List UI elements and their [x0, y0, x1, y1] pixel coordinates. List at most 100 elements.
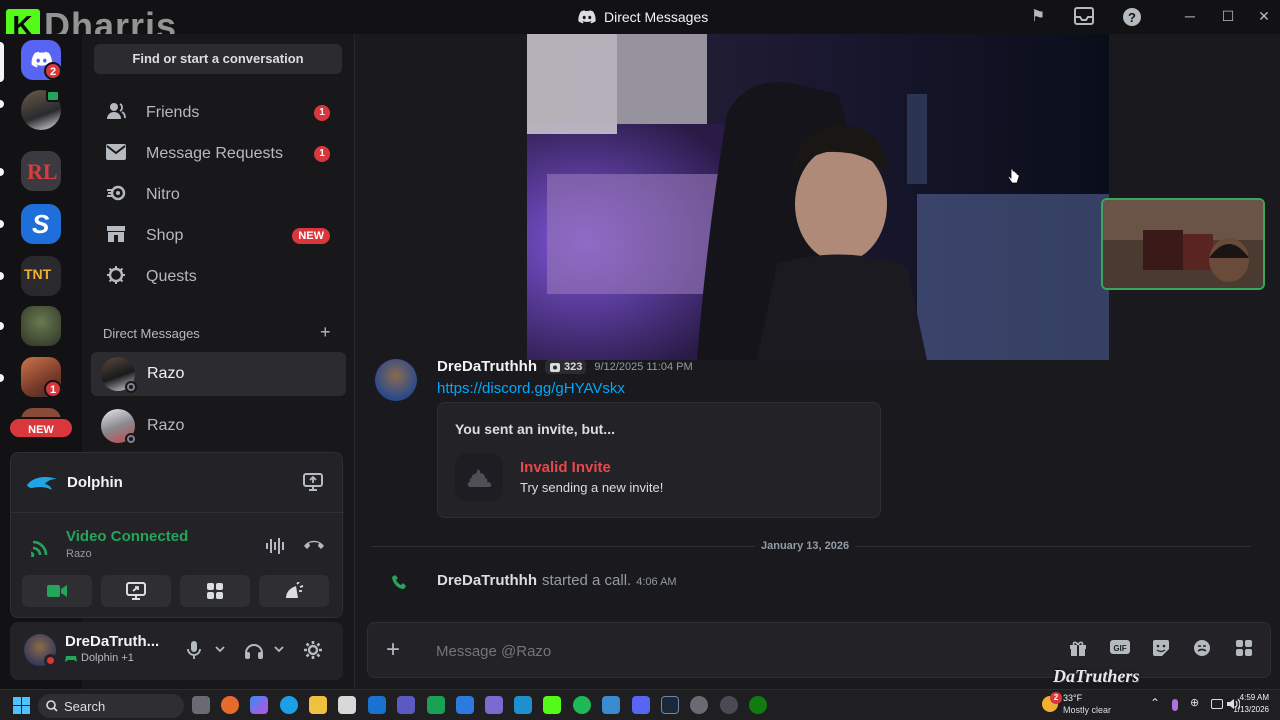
invite-link[interactable]: https://discord.gg/gHYAVskx — [437, 380, 625, 397]
nav-shop[interactable]: Shop NEW — [92, 217, 344, 255]
call-author-name[interactable]: DreDaTruthhh — [437, 572, 537, 589]
copilot-icon[interactable] — [250, 696, 268, 714]
search-icon — [46, 700, 58, 712]
inbox-flag-icon[interactable]: ⚑ — [1028, 7, 1048, 27]
photos-icon[interactable] — [602, 696, 620, 714]
inbox-icon[interactable] — [1074, 7, 1094, 27]
server-icon-rl[interactable]: RL — [21, 151, 61, 191]
store-icon[interactable] — [338, 696, 356, 714]
apps-icon[interactable] — [1232, 639, 1256, 663]
dm-item-razo[interactable]: Razo — [91, 404, 346, 448]
new-servers-pill[interactable]: NEW — [8, 417, 74, 439]
connection-signal-icon[interactable] — [31, 537, 51, 557]
gif-icon[interactable]: GIF — [1108, 639, 1132, 663]
tray-chevron-icon[interactable]: ⌃ — [1150, 696, 1160, 710]
settings-gear-icon[interactable] — [303, 640, 323, 660]
language-icon[interactable]: ⊕ — [1190, 696, 1199, 709]
close-window-button[interactable]: ✕ — [1254, 6, 1274, 26]
call-video-stream[interactable] — [527, 34, 1109, 360]
network-icon[interactable] — [1211, 699, 1223, 709]
window-title-text: Direct Messages — [604, 9, 709, 25]
nav-friends[interactable]: Friends 1 — [92, 94, 344, 132]
poop-icon — [467, 469, 492, 487]
microphone-icon[interactable] — [187, 641, 201, 659]
voice-channel-name[interactable]: Razo — [66, 548, 92, 560]
teams-icon[interactable] — [397, 696, 415, 714]
message-author-name[interactable]: DreDaTruthhh — [437, 358, 537, 375]
edge-icon[interactable] — [280, 696, 298, 714]
screen-share-icon — [126, 582, 146, 600]
voice-status-text[interactable]: Video Connected — [66, 528, 188, 545]
soundboard-button[interactable] — [259, 575, 329, 607]
message-input[interactable] — [436, 639, 996, 663]
user-activity: Dolphin +1 — [81, 652, 134, 664]
stream-game-icon[interactable] — [303, 473, 323, 491]
app-icon-purple[interactable] — [485, 696, 503, 714]
quests-icon — [104, 265, 128, 290]
file-explorer-icon[interactable] — [309, 696, 327, 714]
emoji-icon[interactable] — [1190, 639, 1214, 663]
kick-taskbar-icon[interactable] — [543, 696, 561, 714]
status-dnd-icon — [44, 654, 57, 667]
weather-desc[interactable]: Mostly clear — [1063, 705, 1111, 715]
discord-taskbar-icon[interactable] — [632, 696, 650, 714]
activities-button[interactable] — [180, 575, 250, 607]
server-icon-s[interactable]: S — [21, 204, 61, 244]
spotify-icon[interactable] — [573, 696, 591, 714]
windows-start-icon[interactable] — [13, 697, 30, 714]
unread-indicator — [0, 220, 4, 228]
gift-icon[interactable] — [1066, 639, 1090, 663]
nav-quests[interactable]: Quests — [92, 258, 344, 296]
dm-name: Razo — [147, 417, 185, 434]
task-view-icon[interactable] — [192, 696, 210, 714]
weather-temp[interactable]: 33°F — [1063, 693, 1082, 703]
phone-call-icon — [392, 575, 406, 589]
user-avatar[interactable] — [24, 634, 57, 667]
headphones-icon[interactable] — [244, 641, 264, 659]
dm-item-razo-selected[interactable]: Razo — [91, 352, 346, 396]
disconnect-icon[interactable] — [303, 537, 325, 551]
maximize-button[interactable]: ☐ — [1218, 6, 1238, 26]
tag-count: 323 — [564, 360, 583, 373]
user-panel: DreDaTruth... Dolphin +1 — [10, 622, 343, 680]
outlook-icon[interactable] — [368, 696, 386, 714]
message-author-avatar[interactable] — [375, 359, 417, 401]
stream-overlay-logo: DaTruthers — [1053, 666, 1140, 686]
camera-button[interactable] — [22, 575, 92, 607]
create-dm-plus-icon[interactable]: + — [320, 322, 331, 343]
window-title: Direct Messages — [578, 9, 708, 25]
shop-new-tag: NEW — [292, 228, 330, 244]
app-icon-green[interactable] — [427, 696, 445, 714]
dolphin-taskbar-icon[interactable] — [514, 696, 532, 714]
nav-nitro[interactable]: Nitro — [92, 176, 344, 214]
taskbar-search-box[interactable]: Search — [38, 694, 184, 718]
tray-app-icon[interactable] — [1172, 699, 1178, 711]
noise-suppression-icon[interactable] — [265, 537, 287, 555]
rl-logo-icon: RL — [27, 159, 58, 184]
clock-time[interactable]: 4:59 AM — [1239, 693, 1269, 702]
user-tag-badge[interactable]: 323 — [545, 359, 587, 374]
steam-icon[interactable] — [661, 696, 679, 714]
help-icon[interactable]: ? — [1122, 7, 1142, 27]
xbox-icon[interactable] — [749, 696, 767, 714]
server-unread-badge: 1 — [44, 380, 62, 398]
app-icon-gray[interactable] — [720, 696, 738, 714]
find-conversation-button[interactable]: Find or start a conversation — [94, 44, 342, 74]
nav-message-requests[interactable]: Message Requests 1 — [92, 135, 344, 173]
app-icon-blue[interactable] — [456, 696, 474, 714]
share-screen-button[interactable] — [101, 575, 171, 607]
minimize-button[interactable]: ─ — [1180, 6, 1200, 26]
selected-indicator — [0, 42, 4, 82]
audio-options-chevron-icon[interactable] — [274, 646, 284, 653]
self-video-preview[interactable] — [1101, 198, 1265, 290]
attach-plus-icon[interactable]: + — [386, 636, 400, 664]
mic-options-chevron-icon[interactable] — [215, 646, 225, 653]
username[interactable]: DreDaTruth... — [65, 633, 159, 650]
clock-date[interactable]: 1/13/2026 — [1226, 705, 1269, 714]
server-icon-avatar-2[interactable] — [21, 306, 61, 346]
settings-taskbar-icon[interactable] — [690, 696, 708, 714]
unread-indicator — [0, 322, 4, 330]
sticker-icon[interactable] — [1149, 639, 1173, 663]
server-icon-tnt[interactable]: TNT — [21, 256, 61, 296]
firefox-icon[interactable] — [221, 696, 239, 714]
